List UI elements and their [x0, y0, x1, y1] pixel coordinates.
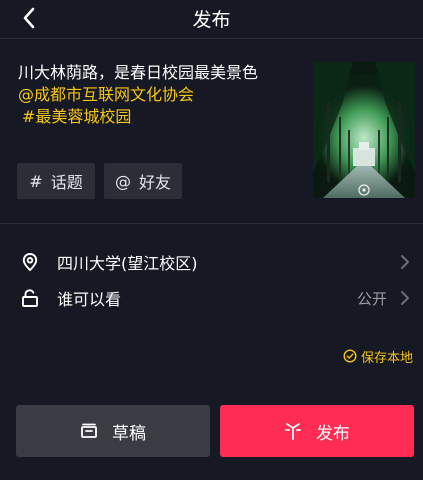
location-label: 四川大学(望江校区)	[57, 254, 198, 273]
chevron-right-icon	[401, 255, 409, 269]
topic-chip-button[interactable]: # 话题	[17, 163, 95, 199]
page-title: 发布	[192, 9, 231, 31]
caption-hashtag[interactable]: #最美蓉城校园	[18, 106, 303, 128]
draft-button-label: 草稿	[112, 423, 146, 444]
location-row[interactable]: 四川大学(望江校区)	[0, 245, 423, 279]
check-circle-icon	[343, 349, 357, 363]
draft-button[interactable]: 草稿	[16, 405, 210, 457]
caption-text: 川大林荫路，是春日校园最美景色	[18, 63, 259, 82]
unlock-icon	[22, 289, 38, 307]
at-icon: @	[114, 171, 131, 191]
friend-chip-button[interactable]: @ 好友	[104, 163, 182, 199]
visibility-row[interactable]: 谁可以看 公开	[0, 281, 423, 315]
cover-image	[313, 62, 415, 198]
video-cover-thumbnail[interactable]	[313, 62, 415, 198]
sparkle-icon	[285, 423, 301, 440]
save-local-toggle[interactable]: 保存本地	[343, 346, 413, 366]
friend-chip-label: 好友	[138, 173, 171, 192]
drafts-box-icon	[81, 423, 97, 438]
visibility-value: 公开	[356, 289, 387, 308]
location-pin-icon	[22, 253, 38, 272]
hashtag-icon: #	[29, 171, 43, 191]
visibility-label: 谁可以看	[57, 290, 122, 309]
caption-mention[interactable]: @成都市互联网文化协会	[18, 84, 303, 106]
topic-chip-label: 话题	[50, 173, 83, 192]
caption-text-area[interactable]: 川大林荫路，是春日校园最美景色 @成都市互联网文化协会 #最美蓉城校园	[18, 62, 303, 128]
publish-button[interactable]: 发布	[220, 405, 414, 457]
header-divider	[0, 38, 423, 39]
section-divider	[0, 223, 423, 224]
top-bar: 发布	[0, 0, 423, 38]
chevron-right-icon	[401, 291, 409, 305]
save-local-label: 保存本地	[360, 350, 413, 366]
publish-button-label: 发布	[316, 423, 350, 444]
